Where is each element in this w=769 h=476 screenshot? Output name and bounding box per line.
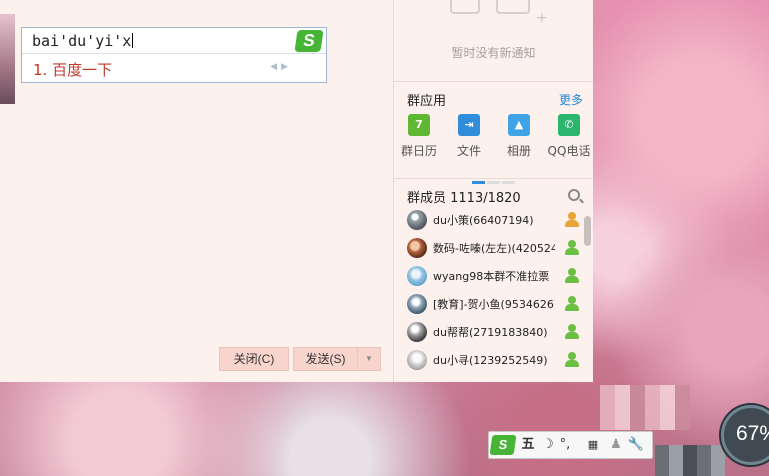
- half-width-moon-icon[interactable]: ☽: [541, 435, 555, 455]
- pager-dot-active[interactable]: [472, 181, 485, 184]
- member-user-icon: [565, 324, 579, 340]
- plus-icon: +: [536, 10, 548, 26]
- member-name: du小策(66407194): [433, 214, 534, 227]
- search-icon[interactable]: [568, 189, 580, 201]
- sogou-logo-icon: S: [294, 30, 324, 52]
- user-account-icon[interactable]: ♟: [609, 435, 623, 455]
- members-header: 群成员 1113/1820: [394, 178, 593, 206]
- member-user-icon: [565, 352, 579, 368]
- app-label: QQ电话: [547, 144, 591, 158]
- notice-empty-text: 暂时没有新通知: [451, 46, 536, 60]
- percent-value: 67%: [736, 422, 769, 445]
- member-list: du小策(66407194) 数码-咗嗪(左左)(420524 wyang98本…: [394, 206, 584, 374]
- ime-candidate-window: bai'du'yi'x S 1. 百度一下 ◀▶: [21, 27, 327, 83]
- ime-candidate-1[interactable]: 1. 百度一下: [33, 59, 112, 80]
- avatar: [407, 266, 427, 286]
- member-user-icon: [565, 240, 579, 256]
- more-apps-link[interactable]: 更多: [559, 91, 583, 108]
- member-name: 数码-咗嗪(左左)(420524: [433, 242, 555, 255]
- members-title: 群成员 1113/1820: [407, 191, 521, 206]
- close-button[interactable]: 关闭(C): [219, 347, 289, 371]
- phone-icon: ✆: [558, 114, 580, 136]
- member-name: du帮帮(2719183840): [433, 326, 548, 339]
- avatar: [407, 294, 427, 314]
- notice-area: + 暂时没有新通知: [394, 0, 593, 82]
- member-name: [教育]-贺小鱼(95346267: [433, 298, 555, 311]
- member-user-icon: [565, 296, 579, 312]
- avatar: [407, 350, 427, 370]
- member-name: wyang98本群不准拉票: [433, 270, 550, 283]
- list-item[interactable]: du帮帮(2719183840): [394, 318, 584, 346]
- owner-user-icon: [565, 212, 579, 228]
- list-item[interactable]: du小寻(1239252549): [394, 346, 584, 374]
- avatar: [407, 210, 427, 230]
- soft-keyboard-icon[interactable]: ▦: [583, 435, 603, 455]
- text-caret: [132, 33, 134, 48]
- send-options-dropdown-icon[interactable]: ▼: [357, 347, 381, 371]
- app-album[interactable]: ▲ 相册: [494, 114, 544, 159]
- wallpaper-pixel-block: [600, 385, 690, 430]
- app-group-calendar[interactable]: 7 群日历: [394, 114, 444, 159]
- calendar-icon: 7: [408, 114, 430, 136]
- chat-window: bai'du'yi'x S 1. 百度一下 ◀▶ 关闭(C) 发送(S) ▼ +…: [0, 0, 593, 382]
- send-button[interactable]: 发送(S): [293, 347, 357, 371]
- avatar: [407, 238, 427, 258]
- chat-bubble-icon: [496, 0, 530, 14]
- punctuation-icon[interactable]: °,: [557, 435, 573, 455]
- ime-status-toolbar[interactable]: S 五 ☽ °, ▦ ♟ 🔧: [488, 431, 653, 459]
- app-label: 文件: [456, 144, 481, 158]
- settings-wrench-icon[interactable]: 🔧: [627, 435, 645, 455]
- ime-composition-value: bai'du'yi'x: [32, 32, 132, 50]
- member-list-scrollbar[interactable]: [584, 216, 591, 246]
- ime-composition-text: bai'du'yi'x: [32, 32, 134, 50]
- ime-composition-row: bai'du'yi'x S: [22, 28, 326, 54]
- wubi-mode-icon[interactable]: 五: [519, 435, 537, 455]
- pager-dot[interactable]: [487, 181, 500, 184]
- member-user-icon: [565, 268, 579, 284]
- ime-page-arrows-icon[interactable]: ◀▶: [270, 62, 292, 72]
- group-apps-title: 群应用: [407, 94, 447, 109]
- folder-icon: ⇥: [458, 114, 480, 136]
- app-label: 群日历: [400, 144, 437, 158]
- app-qq-call[interactable]: ✆ QQ电话: [544, 114, 594, 159]
- pager-dot[interactable]: [502, 181, 515, 184]
- app-files[interactable]: ⇥ 文件: [444, 114, 494, 159]
- list-item[interactable]: wyang98本群不准拉票: [394, 262, 584, 290]
- avatar: [407, 322, 427, 342]
- group-side-panel: + 暂时没有新通知 群应用 更多 7 群日历 ⇥ 文件 ▲ 相册 ✆ QQ电话 …: [393, 0, 593, 382]
- member-name: du小寻(1239252549): [433, 354, 548, 367]
- list-item[interactable]: du小策(66407194): [394, 206, 584, 234]
- list-item[interactable]: [教育]-贺小鱼(95346267: [394, 290, 584, 318]
- photo-icon: ▲: [508, 114, 530, 136]
- sogou-logo-icon[interactable]: S: [489, 435, 517, 455]
- notice-bubble-icon: [450, 0, 480, 14]
- app-label: 相册: [506, 144, 531, 158]
- list-item[interactable]: 数码-咗嗪(左左)(420524: [394, 234, 584, 262]
- wallpaper-pixel-block: [655, 445, 725, 476]
- contact-thumbnail: [0, 14, 15, 104]
